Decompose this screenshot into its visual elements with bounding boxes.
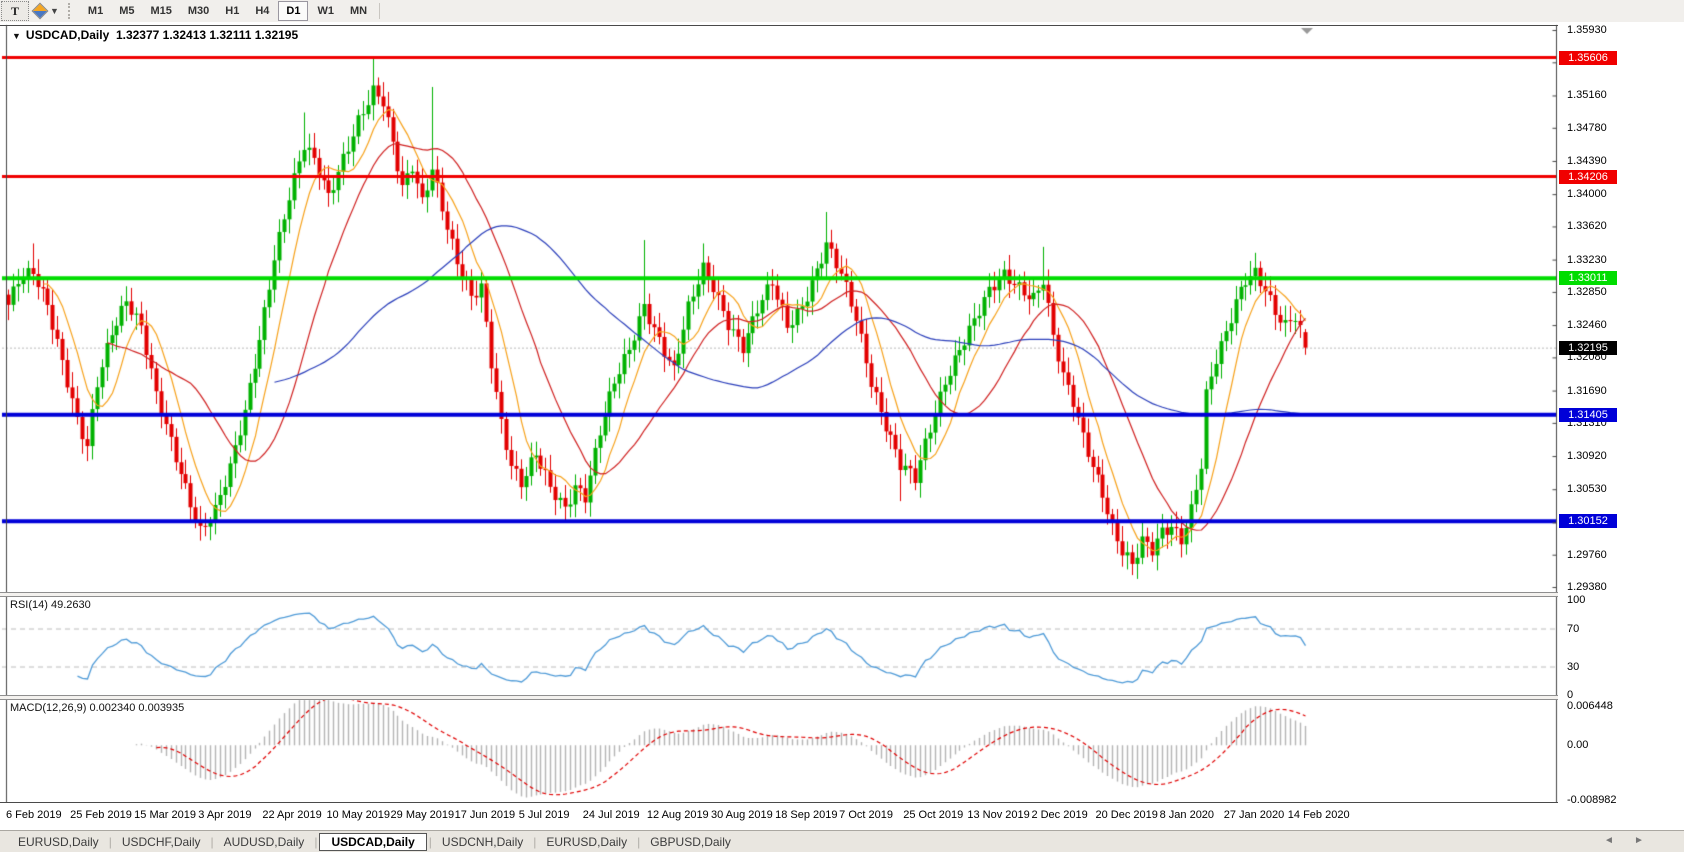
price-tick-label: 1.30920 (1567, 450, 1607, 463)
toolbar-grip[interactable] (67, 3, 75, 19)
chart-tab-usdcad-3[interactable]: USDCAD,Daily (319, 832, 427, 851)
date-tick-label: 5 Jul 2019 (518, 809, 570, 821)
date-tick-label: 30 Aug 2019 (710, 809, 773, 821)
price-tick-label: 1.29760 (1567, 548, 1607, 561)
tab-scroll-right-button[interactable]: ► (1634, 835, 1644, 846)
date-tick-label: 7 Oct 2019 (839, 809, 893, 821)
rsi-tick-label: 70 (1567, 622, 1580, 635)
tab-separator: | (314, 834, 318, 849)
date-tick-label: 20 Dec 2019 (1095, 809, 1158, 821)
price-tick-label: 1.34390 (1567, 154, 1607, 167)
tab-separator: | (210, 834, 214, 849)
timeframe-button-m30[interactable]: M30 (181, 2, 216, 20)
date-tick-label: 29 May 2019 (390, 809, 455, 821)
macd-tick-label: 0.006448 (1567, 700, 1613, 712)
macd-tick-label: 0.00 (1567, 739, 1589, 752)
terminal-window: T ▼ M1 M5 M15 M30 H1 H4 D1 W1 MN ▼ USDCAD,Daily 1… (0, 0, 1684, 852)
chart-title-ohlc: 1.32377 1.32413 1.32111 1.32195 (109, 28, 299, 42)
dropdown-caret-icon: ▼ (50, 6, 59, 16)
price-level-badge[interactable]: 1.34206 (1559, 169, 1617, 184)
date-tick-label: 10 May 2019 (326, 809, 391, 821)
date-tick-label: 25 Oct 2019 (903, 809, 964, 821)
chart-title-symbol: USDCAD,Daily (25, 28, 110, 42)
tab-separator: | (637, 834, 641, 849)
text-tool-label: T (10, 3, 19, 18)
timeframe-button-d1[interactable]: D1 (278, 1, 309, 21)
date-tick-label: 17 Jun 2019 (454, 809, 516, 821)
rsi-tick-label: 30 (1567, 660, 1580, 673)
timeframe-button-m1[interactable]: M1 (81, 2, 110, 20)
price-level-badge[interactable]: 1.32195 (1559, 340, 1617, 355)
chart-tab-eurusd-5[interactable]: EURUSD,Daily (538, 833, 635, 851)
styler-button[interactable]: ▼ (31, 2, 62, 20)
toolbar: T ▼ M1 M5 M15 M30 H1 H4 D1 W1 MN (0, 0, 1684, 23)
toolbar-separator (379, 3, 381, 19)
price-axis[interactable]: 1.359301.355501.351601.347801.343901.340… (1558, 22, 1684, 806)
price-tick-label: 1.29380 (1567, 581, 1607, 593)
date-tick-label: 22 Apr 2019 (262, 809, 322, 821)
date-axis[interactable]: 6 Feb 2019 25 Feb 2019 15 Mar 2019 3 Apr 20… (0, 803, 1684, 830)
timeframe-button-h1[interactable]: H1 (218, 2, 246, 20)
timeframe-button-w1[interactable]: W1 (310, 2, 341, 20)
symbol-collapse-icon[interactable]: ▼ (12, 31, 21, 41)
price-level-badge[interactable]: 1.35606 (1559, 50, 1617, 65)
date-tick-label: 25 Feb 2019 (70, 809, 132, 821)
timeframe-group: M1 M5 M15 M30 H1 H4 D1 W1 MN (80, 0, 375, 22)
date-tick-label: 2 Dec 2019 (1031, 809, 1088, 821)
chart-tab-usdcnh-4[interactable]: USDCNH,Daily (434, 833, 531, 851)
pane-divider-macd[interactable] (0, 695, 1684, 700)
date-tick-label: 3 Apr 2019 (198, 809, 252, 821)
chart-tab-gbpusd-6[interactable]: GBPUSD,Daily (642, 833, 739, 851)
date-tick-label: 12 Aug 2019 (646, 809, 709, 821)
tab-scroll-left-button[interactable]: ◄ (1604, 835, 1614, 846)
styler-icon (31, 2, 49, 20)
price-tick-label: 1.32850 (1567, 285, 1607, 298)
timeframe-button-m15[interactable]: M15 (143, 2, 178, 20)
date-tick-label: 27 Jan 2020 (1223, 809, 1285, 821)
date-tick-label: 14 Feb 2020 (1287, 809, 1350, 821)
chart-tab-usdchf-1[interactable]: USDCHF,Daily (114, 833, 209, 851)
price-tick-label: 1.31690 (1567, 384, 1607, 397)
timeframe-button-m5[interactable]: M5 (112, 2, 141, 20)
price-tick-label: 1.35930 (1567, 24, 1607, 36)
timeframe-button-mn[interactable]: MN (343, 2, 374, 20)
price-tick-label: 1.34000 (1567, 188, 1607, 201)
price-tick-label: 1.35160 (1567, 89, 1607, 102)
date-tick-label: 6 Feb 2019 (6, 809, 62, 821)
chart-top-border (0, 25, 1684, 26)
chart-tab-audusd-2[interactable]: AUDUSD,Daily (216, 833, 313, 851)
price-tick-label: 1.32460 (1567, 319, 1607, 332)
macd-label: MACD(12,26,9) 0.002340 0.003935 (10, 702, 185, 714)
pane-divider-rsi[interactable] (0, 592, 1684, 597)
date-tick-label: 15 Mar 2019 (134, 809, 196, 821)
tab-separator: | (428, 834, 432, 849)
price-level-badge[interactable]: 1.31405 (1559, 407, 1617, 422)
macd-tick-label: -0.008982 (1567, 793, 1617, 806)
chart-tab-bar: EURUSD,Daily | USDCHF,Daily | AUDUSD,Daily | U… (0, 830, 1684, 852)
rsi-tick-label: 100 (1567, 594, 1586, 606)
date-tick-label: 18 Sep 2019 (775, 809, 838, 821)
chart-tab-eurusd-0[interactable]: EURUSD,Daily (10, 833, 107, 851)
chart-canvas[interactable] (0, 22, 1558, 806)
rsi-label: RSI(14) 49.2630 (10, 599, 91, 611)
price-level-badge[interactable]: 1.33011 (1559, 271, 1617, 286)
price-tick-label: 1.30530 (1567, 483, 1607, 496)
chart-title: ▼ USDCAD,Daily 1.32377 1.32413 1.32111 1.… (12, 28, 298, 42)
price-level-badge[interactable]: 1.30152 (1559, 514, 1617, 529)
tab-separator: | (533, 834, 537, 849)
price-tick-label: 1.33230 (1567, 253, 1607, 266)
price-tick-label: 1.34780 (1567, 121, 1607, 134)
date-tick-label: 13 Nov 2019 (967, 809, 1030, 821)
price-tick-label: 1.33620 (1567, 220, 1607, 233)
timeframe-button-h4[interactable]: H4 (248, 2, 276, 20)
tab-separator: | (108, 834, 112, 849)
date-tick-label: 24 Jul 2019 (582, 809, 640, 821)
date-tick-label: 8 Jan 2020 (1159, 809, 1215, 821)
text-tool-button[interactable]: T (1, 1, 29, 21)
